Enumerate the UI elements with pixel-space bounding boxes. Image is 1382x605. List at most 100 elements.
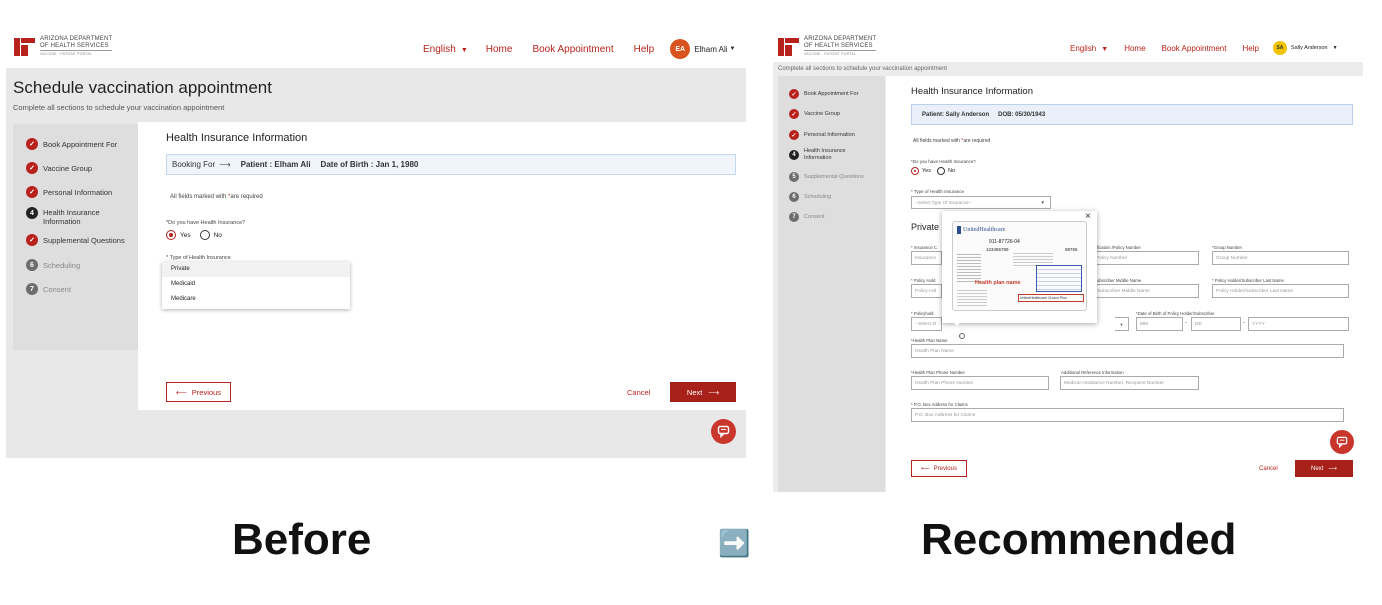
- step-vaccine-group[interactable]: ✓ Vaccine Group: [789, 109, 840, 119]
- nav-help[interactable]: Help: [634, 44, 655, 55]
- adhs-logo-icon: [14, 37, 35, 56]
- radio-no[interactable]: [936, 167, 945, 175]
- check-icon: ✓: [26, 234, 38, 246]
- check-icon: ✓: [26, 138, 38, 150]
- close-icon[interactable]: ×: [1085, 211, 1091, 222]
- previous-button[interactable]: ⟵ Previous: [166, 382, 231, 402]
- step-personal-information[interactable]: ✓ Personal Information: [789, 130, 855, 140]
- user-menu[interactable]: SA Sally Anderson ▼: [1272, 41, 1338, 55]
- last-name-field[interactable]: Policy Holder/Subscriber Last Name: [1212, 284, 1349, 298]
- cancel-button[interactable]: Cancel: [627, 388, 650, 397]
- stepper: ✓ Book Appointment For ✓ Vaccine Group ✓…: [778, 76, 885, 492]
- avatar: EA: [670, 39, 691, 59]
- user-name: Elham Ali: [694, 44, 728, 54]
- insurance-radio-group: Yes No: [166, 230, 222, 240]
- required-note: All fields marked with *are required: [170, 194, 263, 200]
- check-icon: ✓: [789, 130, 799, 140]
- relationship-label: * Policyhold: [911, 311, 934, 316]
- radio-yes[interactable]: [166, 230, 176, 240]
- page-subtitle: Complete all sections to schedule your v…: [778, 66, 948, 72]
- adhs-logo[interactable]: ARIZONA DEPARTMENT OF HEALTH SERVICES VA…: [778, 36, 877, 57]
- radio-yes[interactable]: [911, 167, 919, 175]
- holder-dob-label: *Date of Birth of Policy Holder/Subscrib…: [1136, 311, 1215, 316]
- caret-down-icon: ▼: [1332, 45, 1338, 51]
- option-private[interactable]: Private: [162, 262, 350, 277]
- relationship-select[interactable]: --Select R: [911, 317, 942, 331]
- section-title: Health Insurance Information: [166, 132, 308, 144]
- logo-line1: ARIZONA DEPARTMENT: [804, 36, 877, 42]
- option-medicare[interactable]: Medicare: [162, 292, 350, 307]
- cancel-button[interactable]: Cancel: [1259, 466, 1278, 472]
- previous-button[interactable]: ⟵ Previous: [911, 460, 967, 477]
- chat-button[interactable]: [711, 419, 736, 444]
- before-caption: Before: [232, 515, 372, 564]
- next-button[interactable]: Next ⟶: [1295, 460, 1353, 477]
- user-menu[interactable]: EA Elham Ali ▼: [670, 39, 736, 59]
- additional-reference-field[interactable]: Medical Assistance Number, Recipient Num…: [1060, 376, 1199, 390]
- logo-line1: ARIZONA DEPARTMENT: [40, 36, 113, 42]
- caret-down-icon: ▼: [1040, 200, 1045, 205]
- page-subtitle: Complete all sections to schedule your v…: [13, 103, 225, 112]
- option-medicaid[interactable]: Medicaid: [162, 277, 350, 292]
- radio-no[interactable]: [199, 230, 210, 240]
- policy-number-field[interactable]: Policy Number: [1092, 251, 1199, 265]
- step-consent[interactable]: 7 Consent: [26, 283, 71, 295]
- adhs-logo[interactable]: ARIZONA DEPARTMENT OF HEALTH SERVICES VA…: [14, 36, 113, 57]
- check-icon: ✓: [789, 109, 799, 119]
- logo-line3: VACCINE · PATIENT PORTAL: [804, 50, 877, 57]
- insurance-type-select[interactable]: --Select Type Of Insurance-- ▼: [911, 196, 1051, 209]
- step-health-insurance[interactable]: 4 Health Insurance Information: [26, 207, 131, 226]
- step-personal-information[interactable]: ✓ Personal Information: [26, 186, 112, 198]
- insurance-type-label: * Type of Health Insurance: [911, 189, 964, 194]
- insurance-company-field[interactable]: Insurance: [911, 251, 942, 265]
- dob-day-field[interactable]: DD: [1191, 317, 1241, 331]
- step-scheduling[interactable]: 6 Scheduling: [789, 192, 831, 202]
- dob-month-field[interactable]: MM: [1136, 317, 1183, 331]
- policy-holder-first-field[interactable]: Policy Hol: [911, 284, 942, 298]
- step-supplemental-questions[interactable]: 5 Supplemental Questions: [789, 172, 864, 182]
- step-number-badge: 6: [26, 259, 38, 271]
- nav-help[interactable]: Help: [1242, 44, 1258, 53]
- po-box-field[interactable]: P.O. Box Address for Claims: [911, 408, 1344, 422]
- arrow-left-icon: ⟵: [176, 387, 187, 397]
- nav-home[interactable]: Home: [486, 44, 513, 55]
- check-icon: ✓: [789, 89, 799, 99]
- next-button[interactable]: Next ⟶: [670, 382, 736, 402]
- required-note: All fields marked with *are required: [913, 138, 991, 144]
- step-supplemental-questions[interactable]: ✓ Supplemental Questions: [26, 234, 125, 246]
- info-icon[interactable]: [959, 333, 965, 339]
- step-health-insurance[interactable]: 4 Health Insurance Information: [789, 148, 869, 162]
- group-number-field[interactable]: Group Number: [1212, 251, 1349, 265]
- insurance-type-dropdown[interactable]: Private Medicaid Medicare: [162, 262, 350, 309]
- step-scheduling[interactable]: 6 Scheduling: [26, 259, 80, 271]
- language-selector[interactable]: English ▼: [1070, 44, 1108, 53]
- caret-down-icon: ▼: [1101, 45, 1109, 53]
- language-selector[interactable]: English ▼: [423, 44, 468, 55]
- step-vaccine-group[interactable]: ✓ Vaccine Group: [26, 162, 92, 174]
- step-book-appointment-for[interactable]: ✓ Book Appointment For: [789, 89, 858, 99]
- nav-book-appointment[interactable]: Book Appointment: [532, 44, 613, 55]
- step-book-appointment-for[interactable]: ✓ Book Appointment For: [26, 138, 117, 150]
- caret-down-icon: ▼: [729, 46, 736, 52]
- last-name-label: * Policy Holder/Subscriber Last Name: [1212, 278, 1284, 283]
- dob-year-field[interactable]: YYYY: [1248, 317, 1349, 331]
- step-number-badge: 4: [789, 150, 799, 160]
- middle-name-field[interactable]: /Subscriber Middle Name: [1092, 284, 1199, 298]
- health-plan-name-field[interactable]: Health Plan Name: [911, 344, 1344, 358]
- nav-home[interactable]: Home: [1124, 44, 1145, 53]
- health-plan-phone-field[interactable]: Health Plan Phone Number: [911, 376, 1049, 390]
- card-annotation: Health plan name: [975, 280, 1021, 286]
- card-brand: UnitedHealthcare: [963, 227, 1006, 233]
- user-name: Sally Anderson: [1290, 45, 1328, 51]
- chat-button[interactable]: [1330, 430, 1354, 454]
- step-consent[interactable]: 7 Consent: [789, 212, 825, 222]
- arrow-emoji-icon: ➡️: [718, 528, 751, 558]
- arrow-right-icon: ⟶: [708, 387, 720, 397]
- avatar: SA: [1272, 41, 1287, 55]
- nav-book-appointment[interactable]: Book Appointment: [1162, 44, 1227, 53]
- before-screenshot: ARIZONA DEPARTMENT OF HEALTH SERVICES VA…: [6, 30, 746, 458]
- recommended-screenshot: ARIZONA DEPARTMENT OF HEALTH SERVICES VA…: [773, 30, 1363, 492]
- stepper: ✓ Book Appointment For ✓ Vaccine Group ✓…: [13, 124, 138, 350]
- page-title: Schedule vaccination appointment: [13, 78, 272, 97]
- middle-name-label: ubscriber Middle Name: [1097, 278, 1142, 283]
